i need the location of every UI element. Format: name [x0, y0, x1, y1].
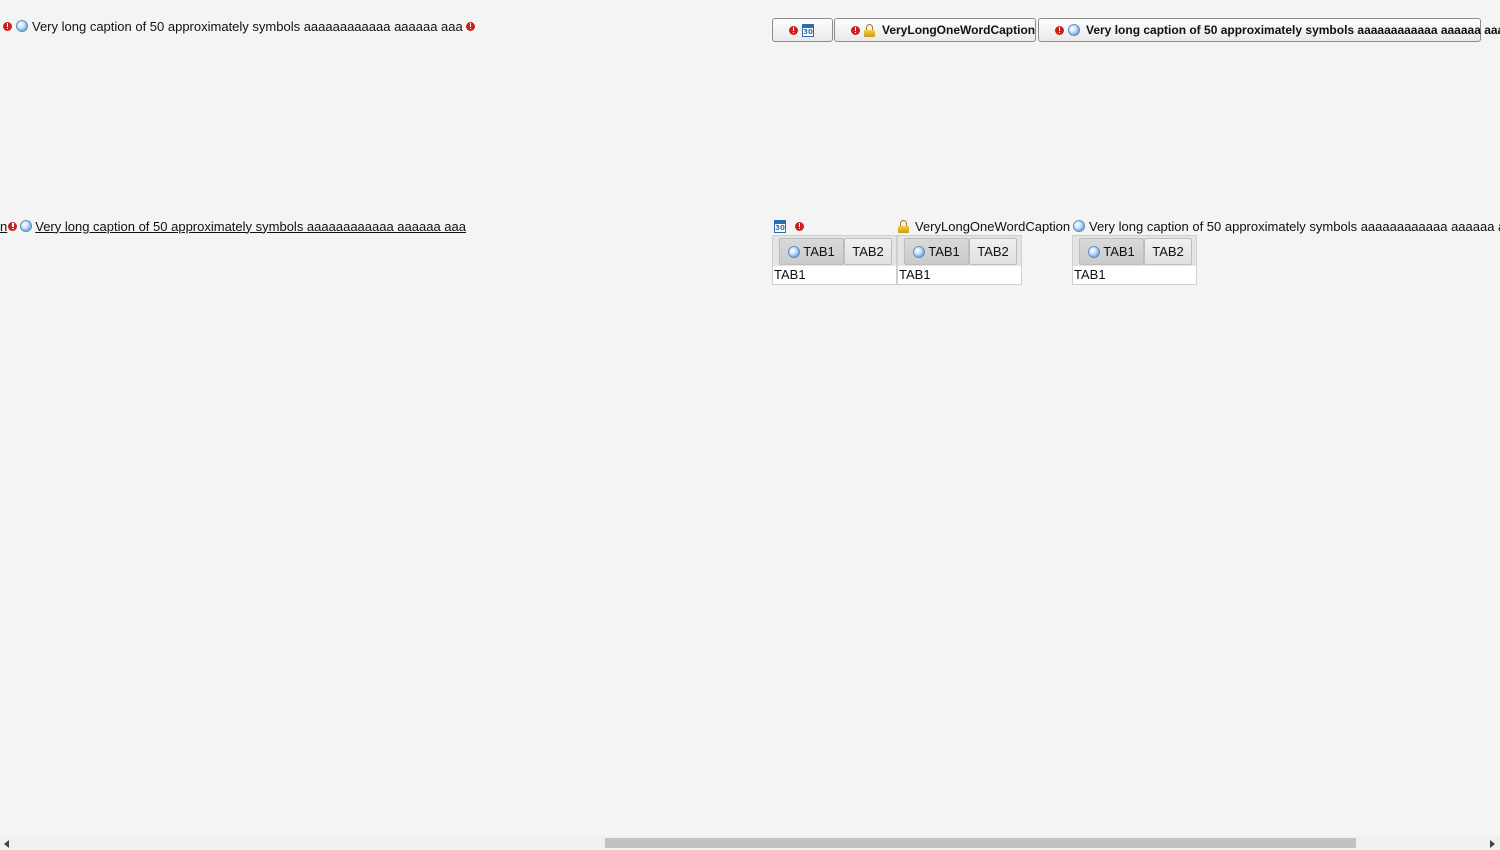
tab-panel-3-content: TAB1 [1072, 266, 1197, 285]
horizontal-scrollbar[interactable] [0, 836, 1500, 850]
tab-1[interactable]: TAB1 [904, 238, 969, 265]
tab-panel-2-header-label: VeryLongOneWordCaption [915, 218, 1071, 234]
calendar-icon: 30 [802, 23, 814, 37]
top-caption-label: Very long caption of 50 approximately sy… [3, 18, 475, 34]
tab-panel-3-tabstrip: TAB1 TAB2 [1072, 235, 1197, 267]
tab-2-label: TAB2 [852, 244, 884, 259]
tab-panel-1-content: TAB1 [772, 266, 897, 285]
tab-panel-3-header: Very long caption of 50 approximately sy… [1073, 218, 1500, 234]
tab-2-label: TAB2 [977, 244, 1009, 259]
globe-icon [20, 220, 33, 232]
tab-1-label: TAB1 [1103, 244, 1135, 259]
tab-2[interactable]: TAB2 [969, 238, 1017, 265]
tab-2[interactable]: TAB2 [1144, 238, 1192, 265]
tab-panel-2-header: VeryLongOneWordCaption [898, 218, 1083, 234]
scrollbar-thumb[interactable] [605, 838, 1356, 848]
error-icon [8, 221, 18, 231]
globe-caption-button[interactable]: Very long caption of 50 approximately sy… [1038, 18, 1500, 42]
globe-icon [16, 20, 28, 32]
tab-panel-2-content: TAB1 [897, 266, 1022, 285]
error-icon [3, 21, 12, 31]
calendar-icon: 30 [774, 219, 786, 233]
error-icon [1055, 25, 1064, 35]
link-prefix-text[interactable]: n [0, 219, 7, 234]
globe-caption-button-label: Very long caption of 50 approximately sy… [1086, 23, 1500, 37]
lock-icon [864, 23, 875, 37]
tab-panel-1-tabstrip: TAB1 TAB2 [772, 235, 897, 267]
top-caption-text: Very long caption of 50 approximately sy… [32, 18, 463, 34]
globe-icon [788, 245, 801, 258]
calendar-error-button[interactable]: 30 [772, 18, 833, 42]
scroll-right-arrow-icon[interactable] [1490, 840, 1495, 848]
tab-1-label: TAB1 [803, 244, 835, 259]
lock-icon [898, 219, 909, 233]
calendar-day-number: 30 [803, 27, 813, 36]
tab-1[interactable]: TAB1 [779, 238, 844, 265]
tab-1[interactable]: TAB1 [1079, 238, 1144, 265]
tab-panel-3-header-label: Very long caption of 50 approximately sy… [1089, 218, 1500, 234]
tab-2-label: TAB2 [1152, 244, 1184, 259]
tab-2[interactable]: TAB2 [844, 238, 892, 265]
tab-panel-1-header: 30 [774, 219, 804, 233]
error-icon [795, 221, 804, 231]
globe-icon [1088, 245, 1101, 258]
tab-panel-2-tabstrip: TAB1 TAB2 [897, 235, 1022, 267]
globe-icon [913, 245, 926, 258]
error-icon [789, 25, 798, 35]
caption-link-row[interactable]: n Very long caption of 50 approximately … [0, 219, 466, 234]
scroll-left-arrow-icon[interactable] [4, 840, 9, 848]
tab-1-label: TAB1 [928, 244, 960, 259]
lock-caption-button-label: VeryLongOneWordCaption [882, 23, 1036, 37]
globe-icon [1073, 220, 1085, 232]
lock-caption-button[interactable]: VeryLongOneWordCaption [834, 18, 1036, 42]
caption-link[interactable]: Very long caption of 50 approximately sy… [35, 219, 466, 234]
error-icon [465, 21, 475, 31]
error-icon [851, 25, 860, 35]
globe-icon [1068, 24, 1080, 36]
calendar-day-number: 30 [775, 223, 785, 232]
